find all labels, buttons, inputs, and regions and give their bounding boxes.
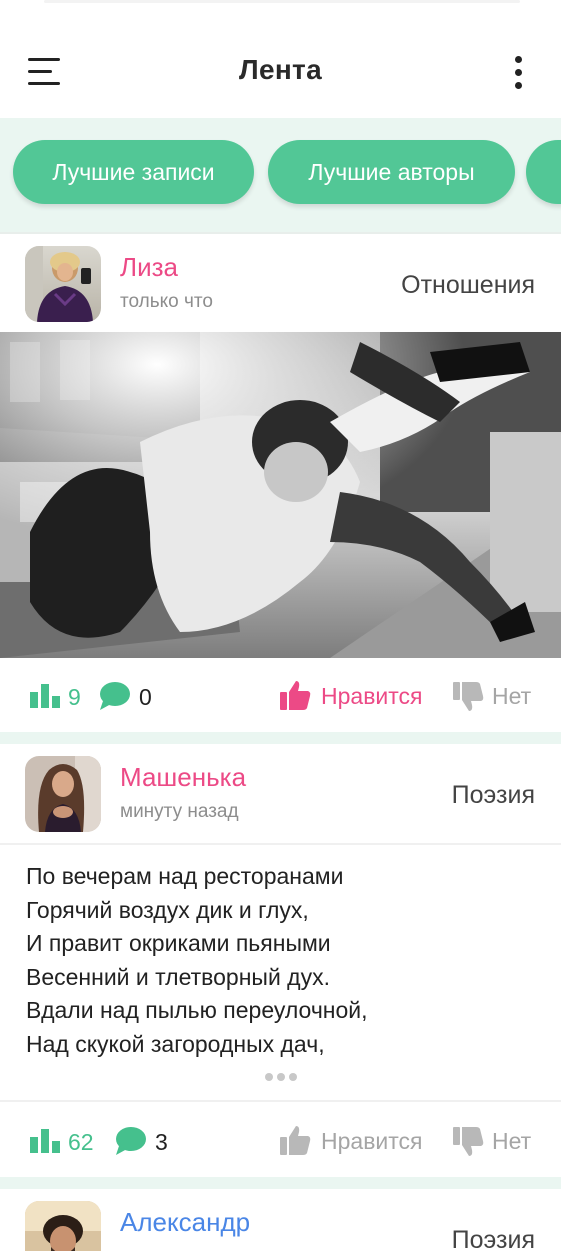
filter-chips-bar: Лучшие записи Лучшие авторы [0, 118, 561, 232]
avatar[interactable] [25, 246, 101, 322]
post-header: Александр Поэзия [0, 1189, 561, 1251]
app-header: Лента [0, 22, 561, 118]
poem-line: По вечерам над ресторанами [26, 863, 344, 889]
chip-best-authors[interactable]: Лучшие авторы [268, 140, 515, 204]
comments-count[interactable]: 3 [155, 1129, 168, 1156]
views-count: 62 [68, 1129, 94, 1155]
poem-line: И правит окриками пьяными [26, 930, 331, 957]
post-category[interactable]: Поэзия [452, 781, 535, 810]
comment-icon[interactable] [115, 1126, 147, 1156]
read-more-ellipsis-icon[interactable] [265, 1073, 297, 1081]
avatar[interactable] [25, 756, 101, 832]
divider [0, 1100, 561, 1102]
comments-count[interactable]: 0 [139, 684, 152, 711]
divider [0, 843, 561, 845]
views-chart-icon [30, 1129, 60, 1153]
dislike-button[interactable]: Нет [492, 683, 531, 710]
post-poem-text[interactable]: По вечерам над ресторанами Горячий возду… [26, 860, 546, 1062]
poem-line: Вдали над пылью переулочной, [26, 997, 368, 1024]
more-vertical-icon[interactable] [513, 56, 525, 90]
author-name[interactable]: Машенька [120, 762, 246, 793]
thumbs-up-icon[interactable] [279, 1124, 311, 1156]
thumbs-up-icon[interactable] [279, 679, 311, 711]
poem-line: Весенний и тлетворный дух. [26, 963, 330, 990]
author-name[interactable]: Лиза [120, 252, 178, 283]
chip-best-posts[interactable]: Лучшие записи [13, 140, 254, 204]
post-card: Лиза только что Отношения [0, 234, 561, 334]
post-card: Александр Поэзия [0, 1189, 561, 1251]
post-separator [0, 732, 561, 744]
post-category[interactable]: Отношения [401, 271, 535, 300]
hamburger-menu-icon[interactable] [28, 58, 62, 86]
chip-more[interactable] [526, 140, 561, 204]
post-separator [0, 1177, 561, 1189]
post-category[interactable]: Поэзия [452, 1226, 535, 1251]
like-button[interactable]: Нравится [321, 683, 423, 710]
author-name[interactable]: Александр [120, 1207, 250, 1238]
post-card: Машенька минуту назад Поэзия [0, 744, 561, 844]
page-title: Лента [239, 54, 322, 85]
views-chart-icon [30, 684, 60, 708]
post-actions: 9 0 Нравится Нет [0, 658, 561, 732]
post-time: только что [120, 291, 213, 312]
status-hairline [44, 0, 520, 3]
comment-icon[interactable] [99, 681, 131, 711]
poem-line: Горячий воздух дик и глух, [26, 896, 309, 923]
thumbs-down-icon[interactable] [452, 1126, 484, 1158]
post-header: Машенька минуту назад Поэзия [0, 744, 561, 844]
poem-line: Над скукой загородных дач, [26, 1030, 325, 1057]
dislike-button[interactable]: Нет [492, 1128, 531, 1155]
post-header: Лиза только что Отношения [0, 234, 561, 334]
thumbs-down-icon[interactable] [452, 681, 484, 713]
views-count: 9 [68, 684, 81, 710]
post-actions: 62 3 Нравится Нет [0, 1103, 561, 1177]
post-time: минуту назад [120, 801, 239, 822]
like-button[interactable]: Нравится [321, 1128, 423, 1155]
avatar[interactable] [25, 1201, 101, 1251]
post-photo[interactable] [0, 332, 561, 658]
